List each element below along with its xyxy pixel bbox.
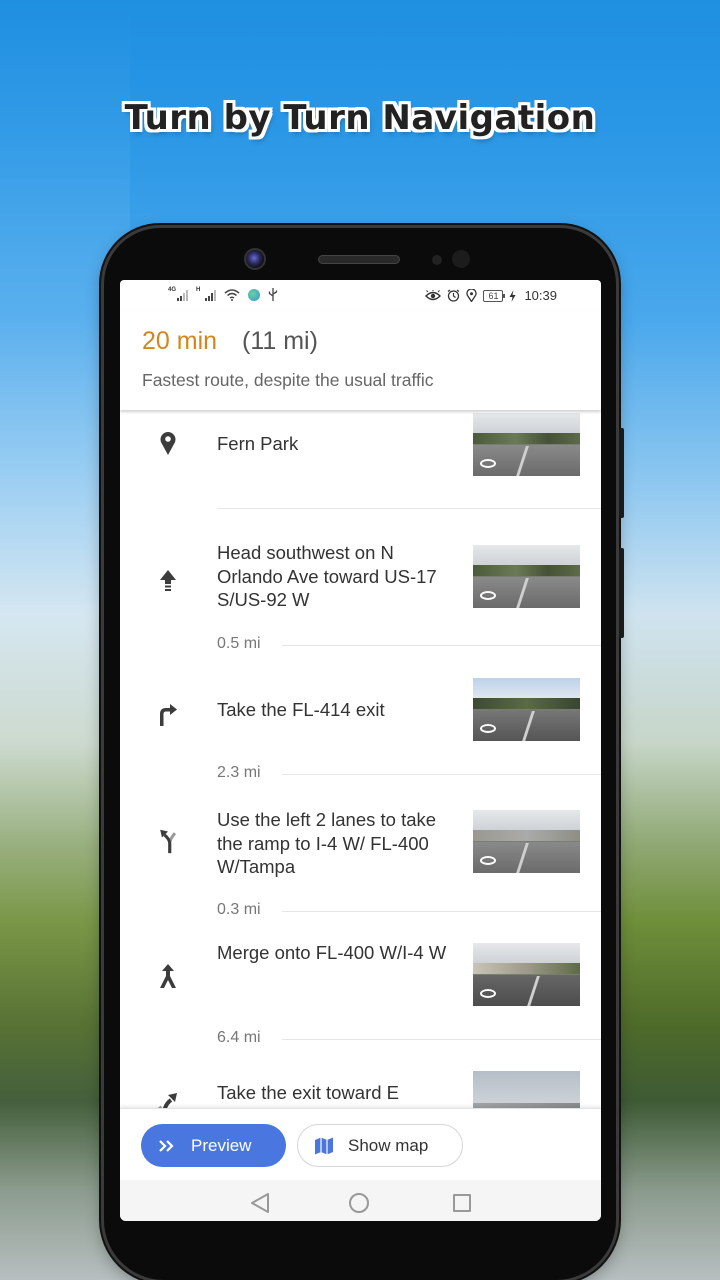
light-sensor: [452, 250, 470, 268]
charging-icon: [509, 289, 516, 302]
street-view-thumbnail[interactable]: [473, 943, 580, 1006]
street-view-thumbnail[interactable]: [473, 1071, 580, 1108]
step-instruction: Take the FL-414 exit: [217, 699, 385, 720]
system-nav-bar: [120, 1180, 601, 1221]
front-camera: [244, 248, 266, 270]
step-distance: 2.3 mi: [217, 764, 261, 781]
earpiece-speaker: [318, 255, 400, 264]
eye-icon: [425, 289, 442, 300]
phone-frame: 4G H 61 10:39 20 min (11 mi) Fastest rou…: [104, 228, 624, 1280]
street-view-360-icon: [480, 724, 496, 733]
step-instruction: Fern Park: [217, 433, 299, 454]
preview-button[interactable]: Preview: [141, 1124, 286, 1167]
double-chevron-right-icon: [159, 1139, 174, 1152]
battery-icon: 61: [483, 289, 506, 302]
route-duration: 20 min: [142, 327, 218, 355]
step-divider: [282, 911, 601, 912]
step-divider: [282, 774, 601, 775]
route-summary-header: 20 min (11 mi) Fastest route, despite th…: [120, 310, 601, 410]
fork-left-icon: [160, 829, 177, 854]
directions-list[interactable]: Fern Park Head southwest on N Orlando Av…: [120, 410, 601, 1108]
proximity-sensor: [432, 255, 442, 265]
step-divider: [217, 508, 601, 509]
arrow-straight-icon: [160, 570, 176, 591]
globe-app-icon: [248, 288, 260, 301]
preview-label: Preview: [191, 1135, 252, 1155]
wifi-icon: [224, 288, 240, 301]
location-pin-icon: [160, 432, 176, 455]
alarm-icon: [448, 289, 460, 302]
step-distance: 6.4 mi: [217, 1029, 261, 1046]
signal-4g-icon: 4G: [168, 287, 188, 301]
map-icon: [315, 1137, 333, 1154]
step-instruction: Merge onto FL-400 W/I-4 W: [217, 942, 447, 963]
route-subtitle: Fastest route, despite the usual traffic: [142, 370, 434, 390]
screen: 4G H 61 10:39 20 min (11 mi) Fastest rou…: [120, 280, 601, 1221]
street-view-360-icon: [480, 591, 496, 600]
status-bar: 4G H 61 10:39: [120, 280, 601, 310]
street-view-thumbnail[interactable]: [473, 810, 580, 873]
street-view-thumbnail[interactable]: [473, 413, 580, 476]
street-view-360-icon: [480, 459, 496, 468]
step-distance: 0.5 mi: [217, 635, 261, 652]
street-view-360-icon: [480, 856, 496, 865]
street-view-thumbnail[interactable]: [473, 678, 580, 741]
turn-slight-right-icon: [160, 704, 177, 726]
show-map-button[interactable]: Show map: [297, 1124, 463, 1167]
banner-title: Turn by Turn Navigation: [124, 98, 596, 138]
step-instruction: Use the left 2 lanes to take the ramp to…: [217, 809, 437, 877]
step-divider: [282, 645, 601, 646]
home-icon[interactable]: [349, 1193, 369, 1213]
ramp-right-icon: [157, 1093, 177, 1108]
route-distance: (11 mi): [242, 327, 318, 355]
merge-icon: [160, 964, 176, 988]
bottom-action-bar: Preview Show map: [120, 1108, 601, 1180]
street-view-360-icon: [480, 989, 496, 998]
power-button: [619, 548, 624, 638]
street-view-thumbnail[interactable]: [473, 545, 580, 608]
signal-h-icon: H: [196, 287, 216, 301]
usb-icon: [268, 288, 278, 301]
status-time: 10:39: [524, 288, 557, 303]
step-distance: 0.3 mi: [217, 901, 261, 918]
step-instruction: Head southwest on N Orlando Ave toward U…: [217, 542, 437, 610]
volume-button: [619, 428, 624, 518]
step-divider: [282, 1039, 601, 1040]
show-map-label: Show map: [348, 1135, 429, 1155]
recents-icon[interactable]: [453, 1194, 471, 1212]
step-instruction: Take the exit toward E: [217, 1082, 400, 1103]
back-icon[interactable]: [250, 1192, 270, 1214]
location-icon: [466, 289, 478, 302]
